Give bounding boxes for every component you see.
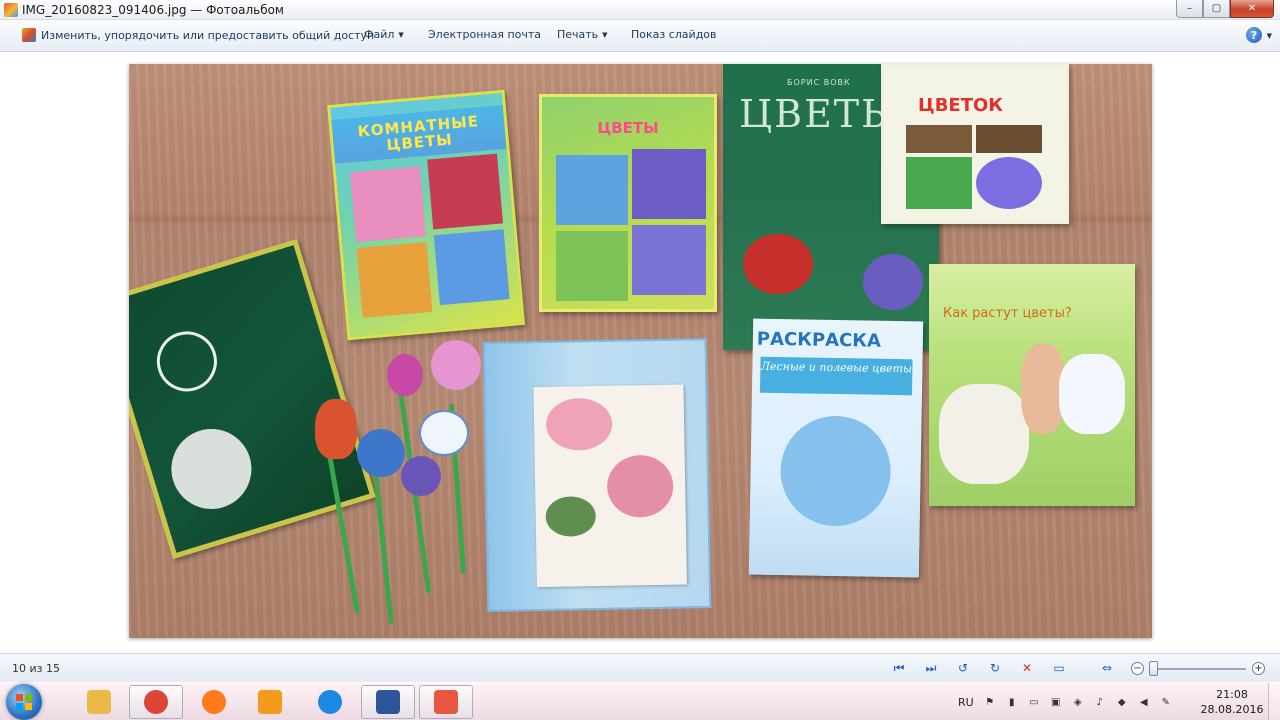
help-icon[interactable]: ? bbox=[1246, 27, 1262, 43]
flag-icon[interactable]: ⚑ bbox=[984, 696, 996, 708]
update-icon[interactable]: ✎ bbox=[1160, 696, 1172, 708]
firefox-icon bbox=[202, 690, 226, 714]
battery-icon[interactable]: ▭ bbox=[1028, 696, 1040, 708]
folder-icon bbox=[87, 690, 111, 714]
tulip-paper-flower bbox=[315, 399, 357, 459]
book-tsvetok: ЦВЕТОК bbox=[881, 64, 1069, 224]
taskbar-app-internet-explorer[interactable] bbox=[303, 685, 357, 719]
rotate-right-button[interactable]: ↻ bbox=[986, 660, 1004, 676]
minimize-button[interactable]: – bbox=[1176, 0, 1203, 18]
network-icon[interactable]: ◈ bbox=[1072, 696, 1084, 708]
fit-to-window-button[interactable]: ⇔ bbox=[1098, 660, 1116, 676]
taskbar-app-word[interactable] bbox=[361, 685, 415, 719]
file-menu-button[interactable]: Файл ▼ bbox=[364, 28, 404, 41]
book-tsvety-title: ЦВЕТЫ bbox=[597, 119, 659, 137]
print-menu-button[interactable]: Печать ▼ bbox=[557, 28, 608, 41]
book-komnatnye-tsvety: КОМНАТНЫЕ ЦВЕТЫ bbox=[327, 89, 525, 341]
displayed-photo: КОМНАТНЫЕ ЦВЕТЫ ЦВЕТЫ БОРИС ВОВК ЦВЕТЫ Ц… bbox=[129, 64, 1152, 638]
taskbar-app-chrome[interactable] bbox=[129, 685, 183, 719]
delete-button[interactable]: ✕ bbox=[1018, 660, 1036, 676]
chrome-icon bbox=[144, 690, 168, 714]
book-raskraska-title: РАСКРАСКА bbox=[756, 328, 882, 352]
show-desktop-button[interactable] bbox=[1268, 683, 1280, 720]
file-menu-label: Файл bbox=[364, 28, 395, 41]
maximize-button[interactable]: ▢ bbox=[1203, 0, 1230, 18]
book-kak-rastut-tsvety: Как растут цветы? bbox=[929, 264, 1135, 506]
book-tsvetok-title: ЦВЕТОК bbox=[918, 95, 1004, 116]
email-label: Электронная почта bbox=[428, 28, 542, 41]
taskbar-app-firefox[interactable] bbox=[187, 685, 241, 719]
word-icon bbox=[376, 690, 400, 714]
close-button[interactable]: ✕ bbox=[1230, 0, 1274, 18]
media-player-icon bbox=[258, 690, 282, 714]
help-chevron-down-icon[interactable]: ▼ bbox=[1267, 32, 1272, 40]
photo-gallery-icon bbox=[434, 690, 458, 714]
book-kak-rastut-title: Как растут цветы? bbox=[943, 306, 1072, 321]
previous-button[interactable]: ⏮ bbox=[890, 660, 908, 676]
flower-stem bbox=[373, 474, 394, 624]
print-menu-label: Печать bbox=[557, 28, 599, 41]
taskbar: RU ⚑ ▮ ▭ ▣ ◈ ♪ ◆ ◀ ✎ 21:08 28.08.2016 bbox=[0, 682, 1280, 720]
windows-logo-icon bbox=[16, 694, 32, 710]
clock-date: 28.08.2016 bbox=[1200, 703, 1264, 716]
next-button[interactable]: ⏭ bbox=[922, 660, 940, 676]
plastic-folder bbox=[482, 338, 712, 612]
zoom-out-button[interactable]: − bbox=[1131, 662, 1144, 675]
window-controls: – ▢ ✕ bbox=[1176, 0, 1274, 18]
zoom-slider-track[interactable] bbox=[1150, 668, 1246, 670]
slideshow-label: Показ слайдов bbox=[631, 28, 717, 41]
internet-explorer-icon bbox=[318, 690, 342, 714]
clock-time: 21:08 bbox=[1216, 688, 1248, 701]
violet-paper-flower bbox=[401, 456, 441, 496]
photo-counter: 10 из 15 bbox=[12, 662, 60, 675]
system-tray: RU ⚑ ▮ ▭ ▣ ◈ ♪ ◆ ◀ ✎ bbox=[958, 683, 1182, 720]
chevron-down-icon: ▼ bbox=[602, 30, 608, 39]
photo-gallery-app-icon bbox=[4, 3, 18, 17]
window-title: IMG_20160823_091406.jpg — Фотоальбом bbox=[22, 3, 284, 17]
white-paper-flower bbox=[419, 410, 469, 456]
lilac-paper-flower bbox=[431, 340, 481, 390]
edit-organize-share-label: Изменить, упорядочить или предоставить о… bbox=[41, 28, 375, 42]
taskbar-app-media-player[interactable] bbox=[243, 685, 297, 719]
photo-viewer: КОМНАТНЫЕ ЦВЕТЫ ЦВЕТЫ БОРИС ВОВК ЦВЕТЫ Ц… bbox=[0, 53, 1280, 653]
volume-icon[interactable]: ♪ bbox=[1094, 696, 1106, 708]
pink-paper-flower bbox=[387, 354, 423, 396]
blue-paper-flower bbox=[357, 429, 405, 477]
speaker-icon[interactable]: ◀ bbox=[1138, 696, 1150, 708]
title-bar: IMG_20160823_091406.jpg — Фотоальбом – ▢… bbox=[0, 0, 1280, 20]
clock[interactable]: 21:08 28.08.2016 bbox=[1200, 687, 1264, 717]
slideshow-button[interactable]: Показ слайдов bbox=[631, 28, 717, 41]
chevron-down-icon: ▼ bbox=[398, 30, 404, 39]
command-bar: Изменить, упорядочить или предоставить о… bbox=[0, 20, 1280, 52]
book-raskraska: РАСКРАСКА Лесные и полевые цветы bbox=[748, 318, 924, 578]
photo-gallery-icon bbox=[22, 28, 36, 42]
rotate-left-button[interactable]: ↺ bbox=[954, 660, 972, 676]
language-indicator[interactable]: RU bbox=[958, 696, 974, 709]
taskbar-app-photo-gallery[interactable] bbox=[419, 685, 473, 719]
signal-icon[interactable]: ▮ bbox=[1006, 696, 1018, 708]
book-vovk-author: БОРИС ВОВК bbox=[787, 78, 851, 87]
zoom-slider-thumb[interactable] bbox=[1149, 661, 1158, 676]
book-vovk-title: ЦВЕТЫ bbox=[739, 92, 901, 136]
edit-organize-share-button[interactable]: Изменить, упорядочить или предоставить о… bbox=[22, 28, 374, 42]
zoom-in-button[interactable]: + bbox=[1252, 662, 1265, 675]
start-button[interactable] bbox=[6, 684, 42, 720]
email-button[interactable]: Электронная почта bbox=[428, 28, 541, 41]
book-raskraska-subtitle: Лесные и полевые цветы bbox=[759, 356, 913, 396]
device-icon[interactable]: ▣ bbox=[1050, 696, 1062, 708]
taskbar-app-explorer[interactable] bbox=[72, 685, 126, 719]
antivirus-icon[interactable]: ◆ bbox=[1116, 696, 1128, 708]
book-tsvety: ЦВЕТЫ bbox=[539, 94, 717, 312]
slideshow-icon[interactable]: ▭ bbox=[1050, 660, 1068, 676]
status-bar: 10 из 15 ⏮ ⏭ ↺ ↻ ✕ ▭ ⇔ − + bbox=[0, 653, 1280, 682]
rose-card bbox=[533, 384, 687, 588]
